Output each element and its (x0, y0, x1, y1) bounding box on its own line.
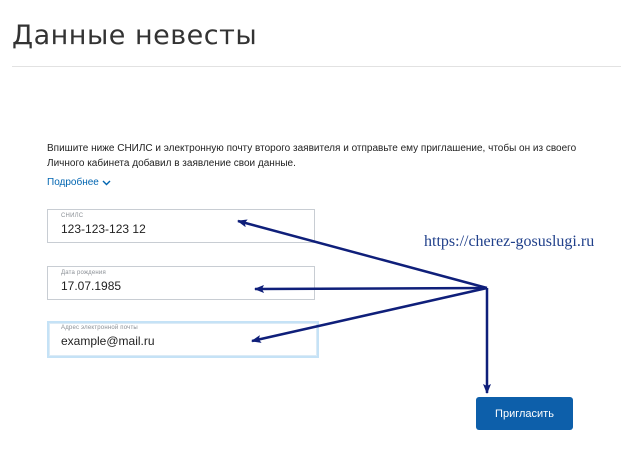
birth-date-input[interactable] (61, 279, 301, 293)
more-details-link[interactable]: Подробнее (47, 177, 111, 188)
snils-input[interactable] (61, 222, 301, 236)
birth-date-field[interactable]: Дата рождения (47, 266, 315, 300)
email-input[interactable] (61, 334, 301, 348)
instruction-text: Впишите ниже СНИЛС и электронную почту в… (47, 143, 577, 169)
more-details-label: Подробнее (47, 177, 99, 188)
snils-label: СНИЛС (61, 213, 84, 219)
snils-field[interactable]: СНИЛС (47, 209, 315, 243)
invite-button[interactable]: Пригласить (476, 397, 573, 430)
chevron-down-icon (102, 180, 111, 185)
title-divider (12, 66, 621, 67)
email-field[interactable]: Адрес электронной почты (47, 321, 319, 358)
email-label: Адрес электронной почты (61, 325, 138, 331)
birth-date-label: Дата рождения (61, 270, 106, 276)
site-watermark: https://cherez-gosuslugi.ru (424, 233, 595, 250)
page-title: Данные невесты (12, 20, 258, 52)
